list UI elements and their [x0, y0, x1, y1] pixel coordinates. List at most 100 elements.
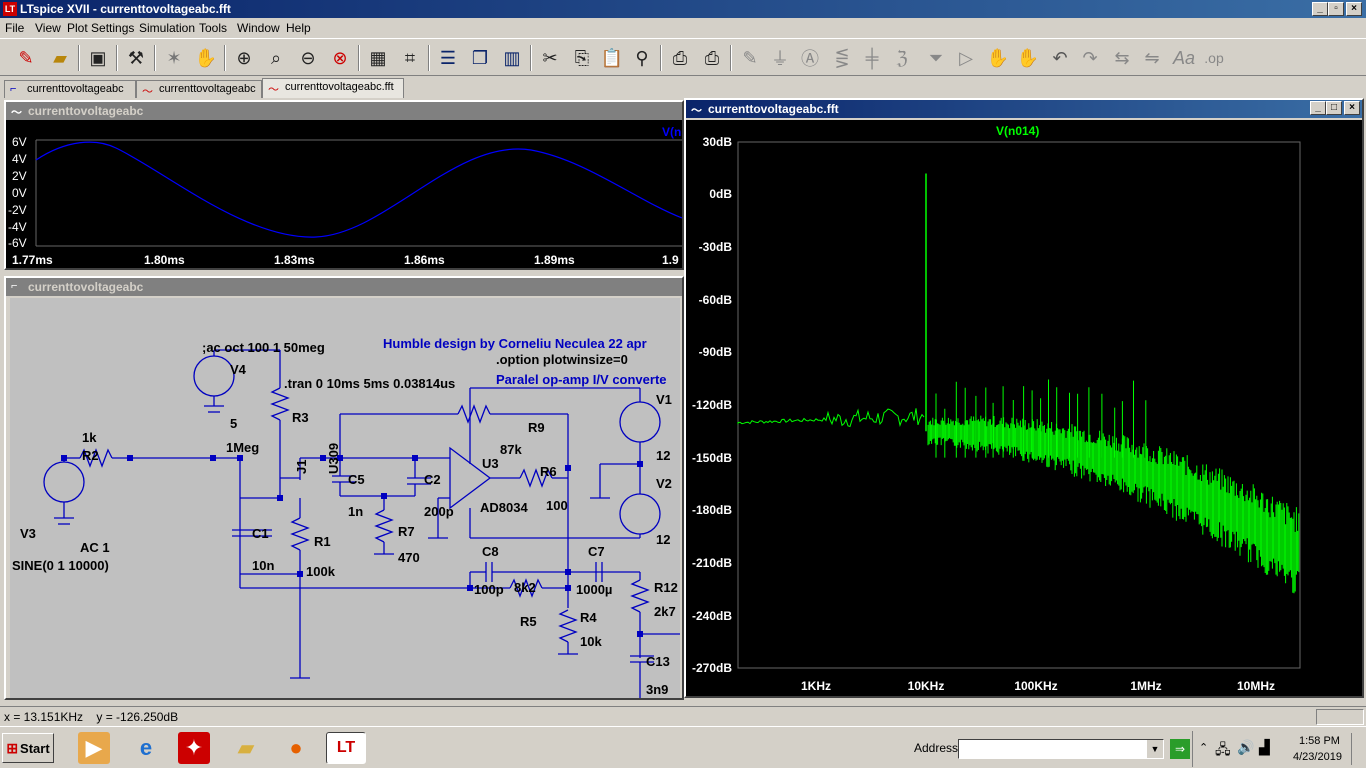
- start-button[interactable]: ⊞ Start: [2, 733, 54, 763]
- text-icon[interactable]: Aa: [1170, 44, 1198, 72]
- waveform-window[interactable]: 〜 currenttovoltageabc 6V 4V 2V 0V -2V -4…: [4, 100, 684, 270]
- fft-y-tick: -120dB: [692, 398, 732, 412]
- schematic-window[interactable]: ⌐ currenttovoltageabc ;ac oct 100 1 50me…: [4, 276, 684, 700]
- waveform-window-title-bar[interactable]: 〜 currenttovoltageabc: [6, 102, 682, 120]
- label-net-icon[interactable]: Ⓐ: [796, 44, 824, 72]
- menu-file[interactable]: File: [5, 21, 24, 35]
- menu-simulation[interactable]: Simulation: [139, 21, 195, 35]
- restore-button[interactable]: ▫: [1328, 2, 1344, 16]
- fft-y-tick: -90dB: [699, 345, 733, 359]
- network-icon[interactable]: 🖧: [1215, 739, 1231, 763]
- spice-directive-icon[interactable]: .op: [1200, 44, 1228, 72]
- j1-label: J1: [294, 460, 309, 474]
- v2-value: 12: [656, 532, 670, 547]
- option-directive[interactable]: .option plotwinsize=0: [496, 352, 628, 367]
- show-desktop-button[interactable]: [1351, 733, 1363, 765]
- cascade-icon[interactable]: ❐: [466, 44, 494, 72]
- fft-close-button[interactable]: ×: [1344, 101, 1360, 115]
- chevron-down-icon[interactable]: ▼: [1147, 740, 1163, 758]
- v3-label: V3: [20, 526, 36, 541]
- firefox-icon[interactable]: ●: [280, 732, 312, 764]
- zoom-fit-icon[interactable]: ⊗: [326, 44, 354, 72]
- schematic-canvas[interactable]: ;ac oct 100 1 50meg .tran 0 10ms 5ms 0.0…: [10, 298, 680, 698]
- new-schematic-icon[interactable]: ✎: [12, 44, 40, 72]
- waveform-plot[interactable]: 6V 4V 2V 0V -2V -4V -6V V(n 1.77ms 1.80m…: [6, 120, 683, 268]
- tray-expand-icon[interactable]: ⌃: [1199, 741, 1208, 754]
- r4-label: R4: [580, 610, 597, 625]
- ground-icon[interactable]: ⏚: [766, 44, 794, 72]
- waveform-icon: 〜: [691, 105, 702, 117]
- menu-window[interactable]: Window: [237, 21, 280, 35]
- menu-help[interactable]: Help: [286, 21, 311, 35]
- fft-frame: [737, 141, 1301, 669]
- zoom-in-icon[interactable]: ⊕: [230, 44, 258, 72]
- clock-date[interactable]: 4/23/2019: [1293, 751, 1342, 763]
- desc-comment[interactable]: Paralel op-amp I/V converte: [496, 372, 667, 387]
- fft-maximize-button[interactable]: □: [1326, 101, 1342, 115]
- mirror-icon[interactable]: ⇋: [1138, 44, 1166, 72]
- copy-icon[interactable]: ⎘: [568, 44, 596, 72]
- cut-icon[interactable]: ✂: [536, 44, 564, 72]
- menu-view[interactable]: View: [35, 21, 61, 35]
- media-player-icon[interactable]: ▶: [78, 732, 110, 764]
- run-icon[interactable]: ✶: [160, 44, 188, 72]
- v2-label: V2: [656, 476, 672, 491]
- component-icon[interactable]: ▷: [952, 44, 980, 72]
- tab-fft[interactable]: 〜 currenttovoltageabc.fft: [262, 78, 404, 98]
- v4-label: V4: [230, 362, 247, 377]
- file-explorer-icon[interactable]: ▰: [230, 732, 262, 764]
- resistor-icon[interactable]: ⋚: [828, 44, 856, 72]
- tile-vertical-icon[interactable]: ▥: [498, 44, 526, 72]
- tab-waveform[interactable]: 〜 currenttovoltageabc: [136, 80, 262, 98]
- redo-icon[interactable]: ↷: [1076, 44, 1104, 72]
- menu-plot-settings[interactable]: Plot Settings: [67, 21, 134, 35]
- wire-icon[interactable]: ✎: [736, 44, 764, 72]
- tile-horizontal-icon[interactable]: ☰: [434, 44, 462, 72]
- volume-icon[interactable]: 🔊: [1237, 739, 1254, 756]
- fft-trace-label: V(n014): [996, 124, 1039, 138]
- c2-label: C2: [424, 472, 441, 487]
- fft-window[interactable]: 〜 currenttovoltageabc.fft _ □ × V(n014) …: [684, 98, 1364, 698]
- diode-icon[interactable]: ⏷: [922, 44, 950, 72]
- menu-tools[interactable]: Tools: [199, 21, 227, 35]
- signal-icon[interactable]: ▟: [1259, 739, 1270, 756]
- drag-hand-icon[interactable]: ✋: [1014, 44, 1042, 72]
- zoom-out-icon[interactable]: ⊖: [294, 44, 322, 72]
- tran-directive[interactable]: .tran 0 10ms 5ms 0.03814us: [284, 376, 455, 391]
- tab-label: currenttovoltageabc: [159, 83, 256, 95]
- settings-hammer-icon[interactable]: ⚒: [122, 44, 150, 72]
- wave-y-tick: -4V: [8, 220, 27, 234]
- tab-schematic[interactable]: ⌐ currenttovoltageabc: [4, 80, 136, 98]
- fft-minimize-button[interactable]: _: [1310, 101, 1326, 115]
- paste-icon[interactable]: 📋: [598, 44, 626, 72]
- save-icon[interactable]: ▣: [84, 44, 112, 72]
- print-icon[interactable]: ⎙: [698, 44, 726, 72]
- inductor-icon[interactable]: ℨ: [888, 44, 916, 72]
- ac-directive[interactable]: ;ac oct 100 1 50meg: [202, 340, 325, 355]
- print-preview-icon[interactable]: ⎙: [666, 44, 694, 72]
- fft-plot[interactable]: V(n014) 30dB 0dB -30dB -60dB -90dB -120d…: [686, 120, 1362, 696]
- address-input[interactable]: ▼: [958, 739, 1164, 759]
- clock-time[interactable]: 1:58 PM: [1299, 735, 1340, 747]
- internet-explorer-icon[interactable]: e: [130, 732, 162, 764]
- ltspice-taskbar-icon[interactable]: LT: [326, 732, 366, 764]
- zoom-area-icon[interactable]: ⌕: [262, 44, 290, 72]
- open-folder-icon[interactable]: ▰: [46, 44, 74, 72]
- pick-visible-traces-icon[interactable]: ⌗: [396, 44, 424, 72]
- minimize-button[interactable]: _: [1312, 2, 1328, 16]
- schematic-window-title-bar[interactable]: ⌐ currenttovoltageabc: [6, 278, 682, 296]
- find-icon[interactable]: ⚲: [628, 44, 656, 72]
- close-button[interactable]: ×: [1346, 2, 1362, 16]
- schematic-window-title: currenttovoltageabc: [28, 280, 144, 294]
- go-arrow-icon[interactable]: ⇒: [1170, 739, 1190, 759]
- fft-window-title-bar[interactable]: 〜 currenttovoltageabc.fft _ □ ×: [686, 100, 1362, 118]
- capacitor-icon[interactable]: ╪: [858, 44, 886, 72]
- pdf-reader-icon[interactable]: ✦: [178, 732, 210, 764]
- credit-comment[interactable]: Humble design by Corneliu Neculea 22 apr: [383, 336, 647, 351]
- rotate-icon[interactable]: ⇆: [1108, 44, 1136, 72]
- halt-icon[interactable]: ✋: [192, 44, 220, 72]
- move-hand-icon[interactable]: ✋: [984, 44, 1012, 72]
- wave-y-tick: 0V: [12, 186, 27, 200]
- undo-icon[interactable]: ↶: [1046, 44, 1074, 72]
- autorange-icon[interactable]: ▦: [364, 44, 392, 72]
